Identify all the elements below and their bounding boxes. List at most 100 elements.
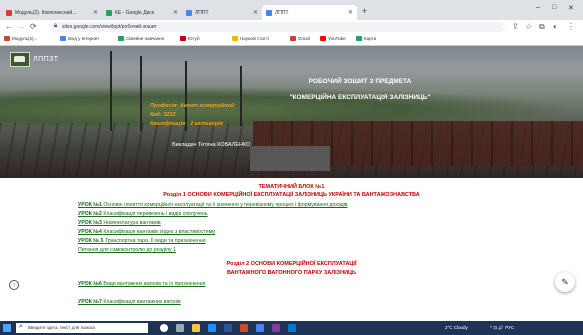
edge-icon[interactable]	[208, 324, 216, 332]
lesson-link[interactable]: УРОК №4 Класифікація вантажів згідно з в…	[78, 229, 215, 235]
bookmark-item[interactable]: Ютуб	[180, 36, 200, 41]
system-tray[interactable]: ^ ⊡ 🔊 РУС	[490, 325, 514, 331]
tab-title: Модуль(2). Комплексний...	[15, 9, 77, 16]
search-placeholder: Введите здесь текст для поиска	[28, 325, 95, 330]
bookmark-icon	[180, 36, 186, 41]
close-window-button[interactable]: ✕	[568, 4, 574, 12]
bookmark-label: Карти	[364, 36, 377, 41]
close-tab-icon[interactable]: ✕	[348, 9, 353, 16]
page-title: РОБОЧИЙ ЗОШИТ З ПРЕДМЕТА	[308, 78, 412, 85]
lesson-link[interactable]: УРОК №6 Види вантажних вагонів та їх при…	[78, 281, 205, 287]
close-tab-icon[interactable]: ✕	[93, 9, 98, 16]
lesson-text: Класифікація вантажів згідно з властивос…	[103, 229, 216, 235]
file-explorer-icon[interactable]	[192, 324, 200, 332]
tab-title: ЛППТ	[195, 9, 209, 16]
address-row: ← → ⟳ 🔒︎ sites.google.com/view/lppt/робо…	[0, 20, 583, 34]
bookmark-icon	[290, 36, 296, 41]
tab-favicon-icon	[6, 9, 12, 16]
bookmark-item[interactable]: Модуль(2)...	[4, 36, 37, 41]
chrome-icon[interactable]	[256, 324, 264, 332]
tab-favicon-icon	[266, 9, 272, 16]
section-title: Розділ 1 ОСНОВИ КОМЕРЦІЙНОЇ ЕКСПЛУАТАЦІЇ…	[163, 192, 420, 198]
url-text[interactable]: sites.google.com/view/lppt/робочий-зошит	[62, 24, 157, 30]
address-bar[interactable]: 🔒︎ sites.google.com/view/lppt/робочий-зо…	[50, 22, 505, 32]
app-icon[interactable]	[272, 324, 280, 332]
lesson-link[interactable]: УРОК №7 Класифікація вантажних вагонів	[78, 299, 181, 305]
mail-icon[interactable]	[288, 324, 296, 332]
lesson-text: Транспортна тара. Її види та призначення	[104, 238, 206, 244]
page-subtitle: "КОМЕРЦІЙНА ЕКСПЛУАТАЦІЯ ЗАЛІЗНИЦЬ"	[289, 94, 431, 101]
bookmark-label: Ютуб	[188, 36, 200, 41]
close-tab-icon[interactable]: ✕	[173, 9, 178, 16]
bookmark-item[interactable]: Сімейне навчання	[118, 36, 164, 41]
task-view-icon[interactable]	[176, 324, 184, 332]
bookmark-item[interactable]: Gmail	[290, 36, 310, 41]
tab-title: ЛППТ	[275, 9, 289, 16]
qualification-text: Кваліфікація - 2 категорія	[150, 121, 223, 127]
lesson-link[interactable]: УРОК №3 Номенклатура вантажів	[78, 220, 161, 226]
lesson-number: УРОК №3	[78, 220, 102, 226]
weather-widget[interactable]: 2°C Cloudy	[445, 325, 468, 330]
reload-icon[interactable]: ⟳	[30, 22, 37, 31]
bookmark-label: Модуль(2)...	[12, 36, 38, 41]
browser-tab-4-active[interactable]: ЛППТ ✕	[262, 5, 357, 20]
taskbar: ⌕ Введите здесь текст для поиска 2°C Clo…	[0, 321, 583, 335]
bookmark-item[interactable]: Карти	[356, 36, 376, 41]
bookmark-label: Вхід у Інтернет	[68, 36, 100, 41]
menu-icon[interactable]: ⋮	[567, 22, 575, 31]
tab-title: КЕ - Google Диск	[115, 9, 155, 16]
browser-tab-2[interactable]: КЕ - Google Диск ✕	[102, 5, 182, 20]
close-tab-icon[interactable]: ✕	[253, 9, 258, 16]
block-title: ТЕМАТИЧНИЙ БЛОК №1	[258, 184, 325, 190]
share-icon[interactable]: ⇪	[512, 22, 519, 31]
new-tab-button[interactable]: +	[362, 6, 367, 16]
bookmarks-bar: Модуль(2)... Вхід у Інтернет Сімейне нав…	[0, 34, 583, 46]
profile-icon[interactable]: ◐	[553, 22, 558, 31]
lesson-link[interactable]: УРОК №2 Класифікація перевезень і видів …	[78, 211, 208, 217]
code-text: Код: 3222	[150, 112, 176, 118]
back-arrow-icon[interactable]: ←	[5, 22, 13, 31]
browser-tab-1[interactable]: Модуль(2). Комплексний... ✕	[2, 5, 102, 20]
maximize-button[interactable]: □	[552, 4, 556, 11]
lesson-text: Класифікація вантажних вагонів	[103, 299, 181, 305]
bookmark-icon	[118, 36, 124, 41]
cortana-icon[interactable]	[160, 324, 168, 332]
site-logo[interactable]	[10, 52, 30, 67]
tab-favicon-icon	[186, 9, 192, 16]
lesson-number: УРОК № 5	[78, 238, 104, 244]
bookmark-label: Наукові статті	[240, 36, 269, 41]
lesson-link[interactable]: УРОК №1 Основні поняття комерційної експ…	[78, 202, 348, 208]
site-name[interactable]: ЛППЗТ	[33, 56, 59, 63]
bookmark-icon	[4, 36, 10, 41]
lesson-number: УРОК №1	[78, 202, 102, 208]
section-title: Розділ 2 ОСНОВИ КОМЕРЦІЙНОЇ ЕКСПЛУАТАЦІЇ	[226, 261, 357, 267]
extensions-icon[interactable]: ⧉	[539, 22, 545, 32]
word-icon[interactable]	[224, 324, 232, 332]
minimize-button[interactable]: –	[536, 4, 540, 11]
taskbar-search-input[interactable]: ⌕ Введите здесь текст для поиска	[16, 323, 148, 333]
info-icon[interactable]: i	[9, 280, 19, 290]
train-icon	[14, 56, 25, 62]
teacher-text: Викладач Тетяна КОВАЛЕНКО	[172, 142, 251, 148]
bookmark-item[interactable]: Наукові статті	[232, 36, 269, 41]
browser-tab-3[interactable]: ЛППТ ✕	[182, 5, 262, 20]
hero-overlay	[0, 46, 583, 178]
bookmark-icon	[60, 36, 66, 41]
lock-icon[interactable]: 🔒︎	[54, 23, 57, 30]
self-control-link[interactable]: Питання для самоконтролю до розділу 1	[78, 247, 176, 253]
bookmark-label: Gmail	[298, 36, 310, 41]
bookmark-label: Сімейне навчання	[126, 36, 165, 41]
bookmark-item[interactable]: Вхід у Інтернет	[60, 36, 99, 41]
lesson-number: УРОК №4	[78, 229, 102, 235]
windows-start-icon[interactable]	[3, 324, 11, 332]
bookmark-item[interactable]: YouTube	[320, 36, 346, 41]
forward-arrow-icon[interactable]: →	[17, 22, 25, 31]
section-title: ВАНТАЖНОГО ВАГОННОГО ПАРКУ ЗАЛІЗНИЦЬ	[226, 270, 357, 276]
bookmark-star-icon[interactable]: ☆	[525, 22, 532, 31]
lesson-link[interactable]: УРОК № 5 Транспортна тара. Її види та пр…	[78, 238, 206, 244]
powerpoint-icon[interactable]	[240, 324, 248, 332]
profession-text: Професія: Агент комерційний	[150, 103, 235, 109]
edit-pencil-button[interactable]: ✎	[555, 272, 575, 292]
browser-chrome: Модуль(2). Комплексний... ✕ КЕ - Google …	[0, 0, 583, 46]
lesson-number: УРОК №6	[78, 281, 102, 287]
